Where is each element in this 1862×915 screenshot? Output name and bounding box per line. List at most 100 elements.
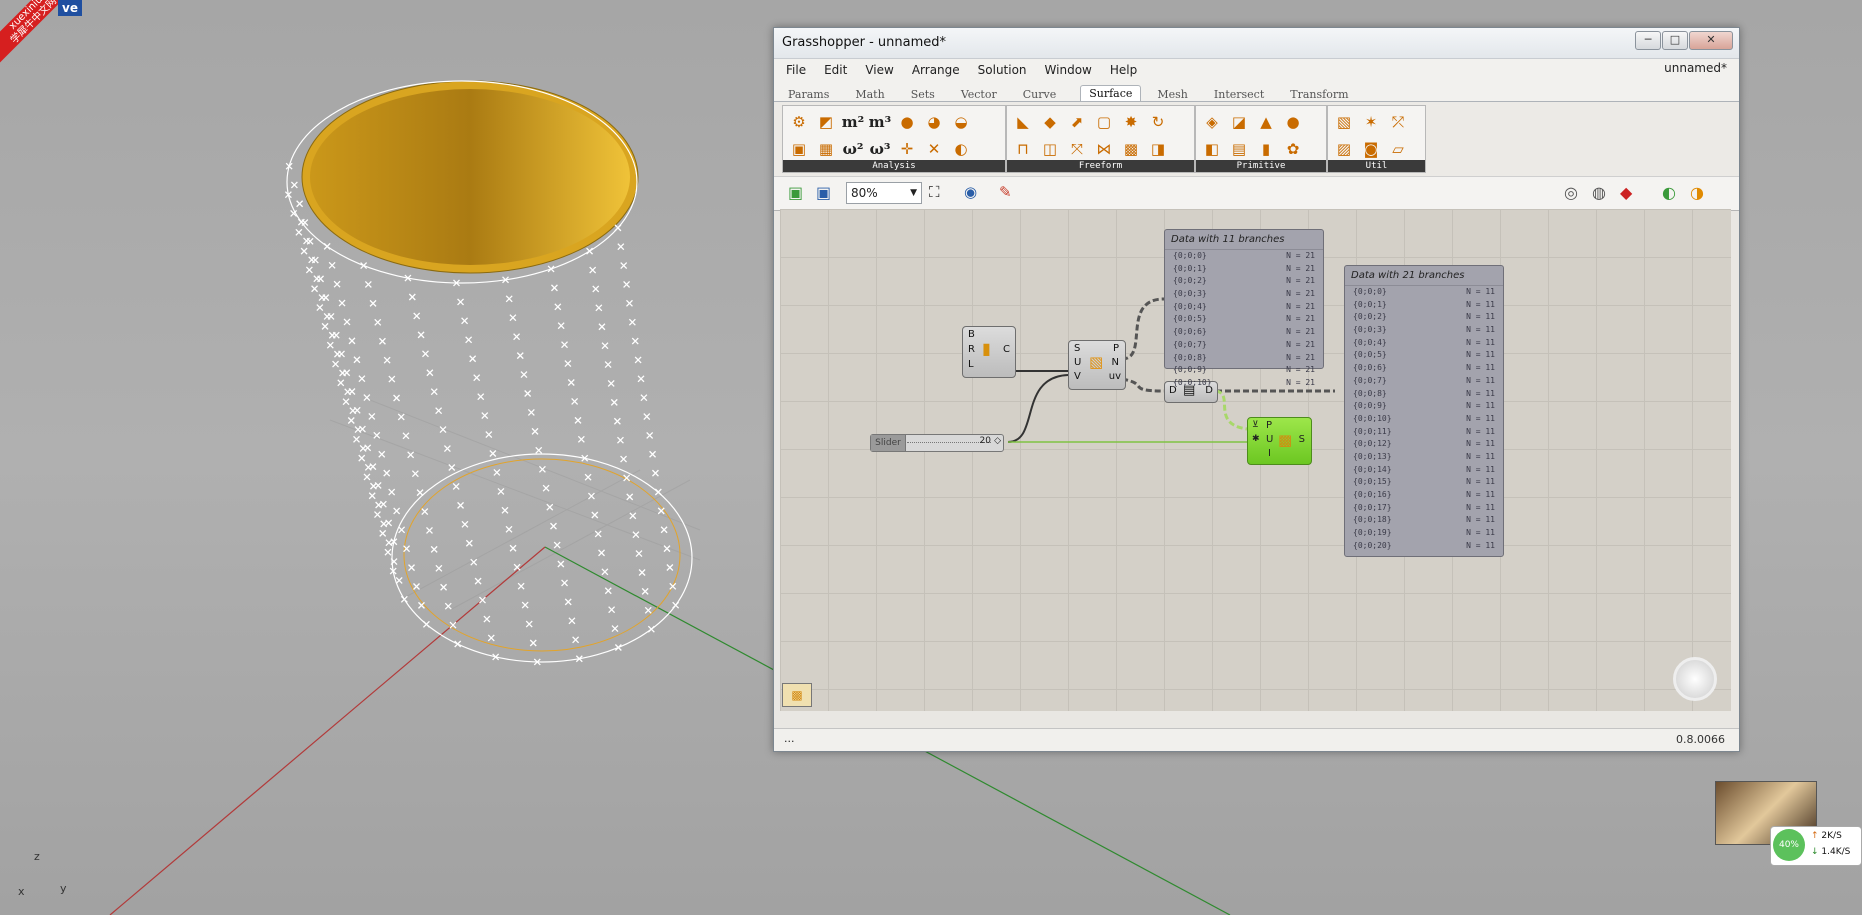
menu-window[interactable]: Window [1045,63,1092,77]
pipe-icon[interactable]: ▢ [1092,110,1116,134]
menu-solution[interactable]: Solution [978,63,1027,77]
grid-icon[interactable]: ▦ [814,137,838,161]
box-icon[interactable]: ◈ [1200,110,1224,134]
extrude-icon[interactable]: ⬈ [1065,110,1089,134]
sweep-icon[interactable]: ◆ [1038,110,1062,134]
volume-centroid-icon[interactable]: ω³ [868,137,892,161]
isotrim-icon[interactable]: ▨ [1332,137,1356,161]
canvas-corner-icon[interactable]: ▩ [782,683,812,707]
slider-track[interactable] [907,442,991,443]
point-marker [497,487,505,495]
sum-surface-icon[interactable]: ⋈ [1092,137,1116,161]
boundary-icon[interactable]: ⊓ [1011,137,1035,161]
number-slider[interactable]: Slider 20 ◇ [870,434,1004,452]
tab-sets[interactable]: Sets [909,88,937,101]
cylinder-component[interactable]: B R L ▮ C [962,326,1016,378]
display-mode-icon[interactable]: ◑ [1690,183,1704,202]
grasshopper-window[interactable]: Grasshopper - unnamed* ─ □ ✕ File Edit V… [773,27,1740,752]
branch-row: {0;0;19} N = 11 [1345,527,1503,540]
tab-vector[interactable]: Vector [959,88,999,101]
network-icon[interactable]: ✸ [1119,110,1143,134]
plane-surface-icon[interactable]: ▤ [1227,137,1251,161]
surface-from-points-component[interactable]: P U I ⊻ ✱ ▩ S [1247,417,1312,465]
menu-file[interactable]: File [786,63,806,77]
point-marker [397,413,405,421]
open-icon[interactable]: ▣ [788,183,803,202]
tab-surface[interactable]: Surface [1080,85,1142,101]
revolve-icon[interactable]: ↻ [1146,110,1170,134]
zoom-extents-icon[interactable]: ⛶ [929,183,940,201]
bake-icon[interactable]: ◐ [1662,183,1676,202]
point-marker [626,299,633,307]
menu-arrange[interactable]: Arrange [912,63,960,77]
maximize-button[interactable]: □ [1662,31,1688,50]
sketch-pen-icon[interactable]: ✎ [999,183,1012,201]
shaded-preview-icon[interactable]: ◍ [1592,183,1606,202]
canvas-compass-widget[interactable] [1673,657,1717,701]
dimensions-icon[interactable]: ✛ [895,137,919,161]
panel-eleven-branches[interactable]: Data with 11 branches {0;0;0} N = 21 {0;0;… [1164,229,1324,387]
curvature-icon[interactable]: ◒ [949,110,973,134]
edge-surface-icon[interactable]: ◫ [1038,137,1062,161]
save-icon[interactable]: ▣ [816,183,831,202]
preview-eye-icon[interactable]: ◉ [964,183,977,201]
divide-surface-component[interactable]: S U V ▧ P N uv [1068,340,1126,390]
minimize-button[interactable]: ─ [1635,31,1661,50]
tab-params[interactable]: Params [786,88,831,101]
box-analysis-icon[interactable]: ◩ [814,110,838,134]
evaluate-icon[interactable]: ● [895,110,919,134]
area-icon[interactable]: ⚙ [787,110,811,134]
flip-icon[interactable]: ⤱ [1386,110,1410,134]
menu-view[interactable]: View [865,63,893,77]
divide-domain-icon[interactable]: ▧ [1332,110,1356,134]
grasshopper-canvas[interactable]: B R L ▮ C S U V ▧ P N uv D ▤ D Data with… [780,209,1731,711]
rail-revolution-icon[interactable]: ⤧ [1065,137,1089,161]
point-marker [474,577,482,585]
panel-twentyone-branches[interactable]: Data with 21 branches {0;0;0} N = 11 {0;0;… [1344,265,1504,557]
surface-from-points-tool-icon[interactable]: ▩ [1119,137,1143,161]
title-bar[interactable]: Grasshopper - unnamed* ─ □ ✕ [774,28,1739,59]
branch-row: {0;0;7} N = 11 [1345,375,1503,388]
branch-row: {0;0;17} N = 11 [1345,502,1503,515]
explode-icon[interactable]: ✶ [1359,110,1383,134]
area-centroid-icon[interactable]: ω² [841,137,865,161]
menu-help[interactable]: Help [1110,63,1137,77]
tab-curve[interactable]: Curve [1021,88,1058,101]
menu-edit[interactable]: Edit [824,63,847,77]
surface-point-icon[interactable]: ◕ [922,110,946,134]
selected-preview-icon[interactable]: ◆ [1620,183,1632,202]
bounding-box-icon[interactable]: ◧ [1200,137,1224,161]
wire-divide-panel1 [1121,297,1165,361]
branch-path: {0;0;10} [1353,413,1392,423]
point-marker [338,350,345,358]
branch-row: {0;0;6} N = 11 [1345,362,1503,375]
branch-path: {0;0;3} [1353,325,1387,335]
zoom-select[interactable]: 80% ▼ [846,182,922,204]
wireframe-preview-icon[interactable]: ◎ [1564,183,1578,202]
four-point-surface-icon[interactable]: ◨ [1146,137,1170,161]
area-moments-icon[interactable]: m² [841,110,865,134]
tab-transform[interactable]: Transform [1288,88,1350,101]
tab-mesh[interactable]: Mesh [1155,88,1190,101]
point-marker [571,397,579,405]
volume-moments-icon[interactable]: m³ [868,110,892,134]
offset-icon[interactable]: ▱ [1386,137,1410,161]
surface-closest-icon[interactable]: ◐ [949,137,973,161]
cylinder-tool-icon[interactable]: ▮ [1254,137,1278,161]
brep-join-icon[interactable]: ◙ [1359,137,1383,161]
network-speed-widget[interactable]: 40% ↑ 2K/S ↓ 1.4K/S [1770,826,1862,866]
point-marker [637,375,645,383]
cone-icon[interactable]: ▲ [1254,110,1278,134]
box-properties-icon[interactable]: ▣ [787,137,811,161]
close-button[interactable]: ✕ [1689,31,1733,50]
tab-math[interactable]: Math [853,88,886,101]
branch-count: N = 11 [1466,325,1495,335]
tab-intersect[interactable]: Intersect [1212,88,1266,101]
sphere-icon[interactable]: ● [1281,110,1305,134]
plane-box-icon[interactable]: ◪ [1227,110,1251,134]
point-marker [577,435,585,443]
loft-icon[interactable]: ◣ [1011,110,1035,134]
closest-point-icon[interactable]: ✕ [922,137,946,161]
sphere-fit-icon[interactable]: ✿ [1281,137,1305,161]
slider-grip-icon[interactable]: ◇ [994,436,1001,446]
